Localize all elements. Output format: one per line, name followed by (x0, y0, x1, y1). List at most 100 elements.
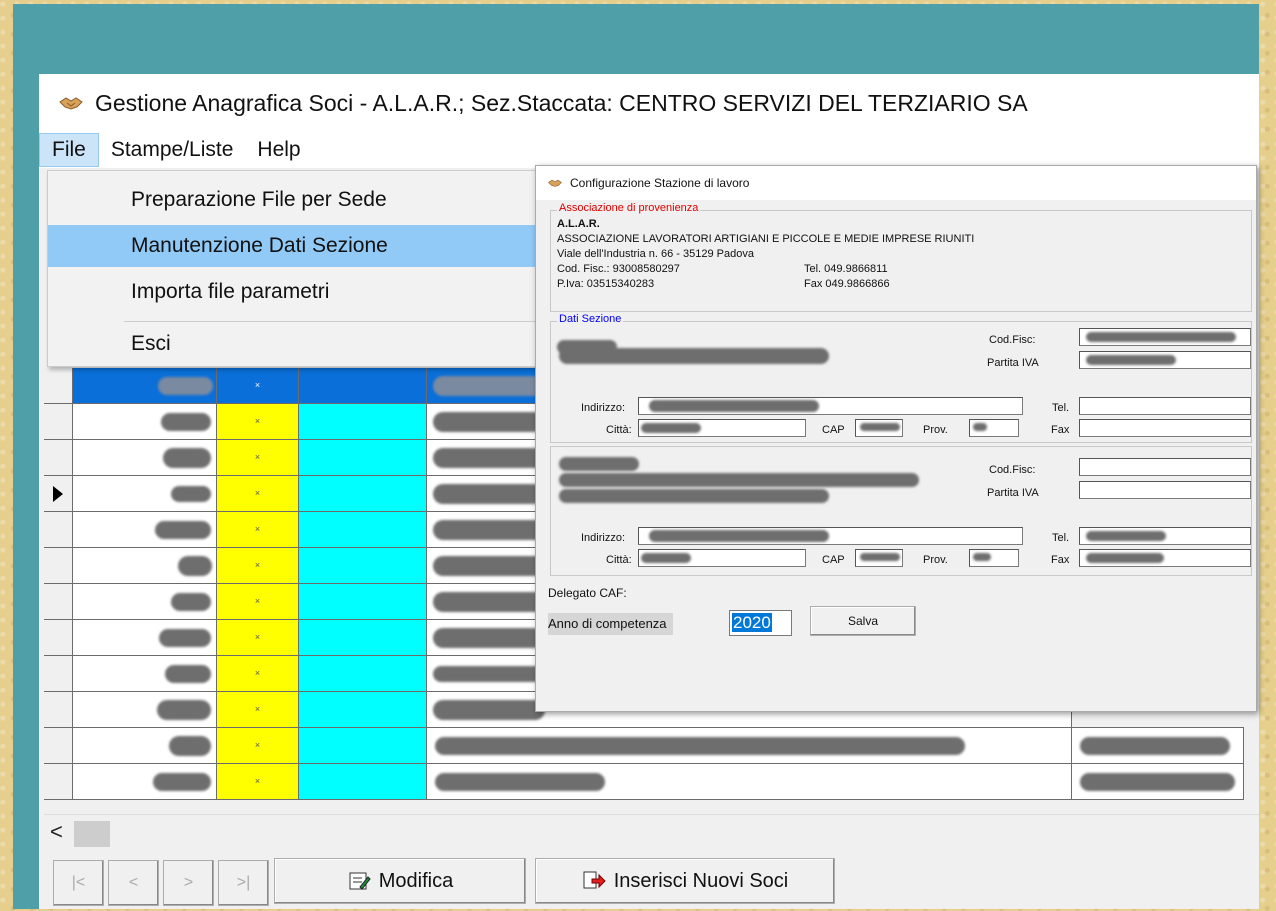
row-selector[interactable] (44, 548, 73, 583)
cod-fisc-field[interactable] (1079, 458, 1251, 476)
grid-cell (299, 620, 427, 655)
modifica-button[interactable]: Modifica (274, 858, 526, 904)
grid-cell (299, 728, 427, 763)
grid-cell (299, 584, 427, 619)
association-short-name: A.L.A.R. (557, 218, 600, 230)
grid-cell (73, 584, 217, 619)
row-selector[interactable] (44, 620, 73, 655)
prov-label: Prov. (923, 554, 948, 566)
salva-button[interactable]: Salva (810, 606, 916, 636)
grid-cell (427, 764, 1072, 799)
indirizzo-label: Indirizzo: (581, 532, 626, 544)
anno-competenza-label: Anno di competenza (548, 613, 673, 635)
association-fax: Fax 049.9866866 (804, 278, 890, 290)
grid-cell (299, 692, 427, 727)
title-bar: Gestione Anagrafica Soci - A.L.A.R.; Sez… (39, 74, 1259, 132)
grid-cell (73, 548, 217, 583)
dati-sezione-groupbox: Dati Sezione Cod.Fisc: Partita IVA Indir… (550, 313, 1252, 443)
handshake-icon (548, 177, 562, 189)
flag-cell: × (217, 368, 299, 403)
grid-cell (73, 404, 217, 439)
last-record-button[interactable]: >| (218, 860, 269, 906)
row-selector[interactable] (44, 512, 73, 547)
partita-iva-field[interactable] (1079, 481, 1251, 499)
redacted-text (559, 348, 829, 364)
previous-record-button[interactable]: < (108, 860, 159, 906)
next-record-button[interactable]: > (163, 860, 214, 906)
table-row[interactable]: × (44, 764, 1244, 800)
citta-field[interactable] (638, 419, 806, 437)
menu-file[interactable]: File (39, 133, 99, 167)
tel-field[interactable] (1079, 397, 1251, 415)
associazione-groupbox: Associazione di provenienza A.L.A.R. ASS… (550, 202, 1252, 312)
row-selector[interactable] (44, 656, 73, 691)
fax-field[interactable] (1079, 549, 1251, 567)
indirizzo-field[interactable] (638, 397, 1023, 415)
row-selector[interactable] (44, 692, 73, 727)
menu-item-preparazione[interactable]: Preparazione File per Sede (48, 179, 548, 221)
horizontal-scrollbar[interactable]: < (44, 814, 1259, 851)
indirizzo-label: Indirizzo: (581, 402, 626, 414)
row-selector[interactable] (44, 584, 73, 619)
cap-label: CAP (822, 554, 845, 566)
menu-separator (124, 321, 544, 322)
grid-cell (299, 656, 427, 691)
menu-item-manutenzione[interactable]: Manutenzione Dati Sezione (48, 225, 548, 267)
scroll-thumb[interactable] (74, 821, 110, 847)
scroll-left-icon[interactable]: < (50, 819, 63, 845)
citta-field[interactable] (638, 549, 806, 567)
flag-cell: × (217, 548, 299, 583)
association-cod-fisc: Cod. Fisc.: 93008580297 (557, 263, 680, 275)
inserisci-label: Inserisci Nuovi Soci (613, 869, 789, 892)
grid-cell (73, 656, 217, 691)
menu-item-importa[interactable]: Importa file parametri (48, 271, 548, 313)
menu-item-esci[interactable]: Esci (48, 323, 548, 365)
row-selector[interactable] (44, 476, 73, 511)
grid-cell (73, 368, 217, 403)
file-menu-dropdown: Preparazione File per Sede Manutenzione … (47, 170, 549, 367)
tel-field[interactable] (1079, 527, 1251, 545)
grid-cell (73, 440, 217, 475)
fax-label: Fax (1051, 554, 1070, 566)
prov-field[interactable] (969, 419, 1019, 437)
citta-label: Città: (606, 424, 632, 436)
flag-cell: × (217, 764, 299, 799)
navigation-bar: |< < > >| Modifica Inserisci Nuovi Soci (39, 854, 1259, 909)
config-dialog: Configurazione Stazione di lavoro Associ… (535, 165, 1257, 712)
inserisci-nuovi-soci-button[interactable]: Inserisci Nuovi Soci (535, 858, 835, 904)
menu-stampe-liste[interactable]: Stampe/Liste (99, 133, 246, 167)
prov-field[interactable] (969, 549, 1019, 567)
grid-cell (299, 512, 427, 547)
redacted-text (559, 473, 919, 487)
row-selector[interactable] (44, 404, 73, 439)
first-record-button[interactable]: |< (53, 860, 104, 906)
flag-cell: × (217, 512, 299, 547)
flag-cell: × (217, 692, 299, 727)
window-title: Gestione Anagrafica Soci - A.L.A.R.; Sez… (95, 89, 1028, 116)
fax-field[interactable] (1079, 419, 1251, 437)
cod-fisc-field[interactable] (1079, 328, 1251, 346)
cap-field[interactable] (855, 419, 903, 437)
dati-sezione-legend: Dati Sezione (557, 313, 624, 325)
cap-field[interactable] (855, 549, 903, 567)
flag-cell: × (217, 440, 299, 475)
row-selector[interactable] (44, 764, 73, 799)
table-row[interactable]: × (44, 728, 1244, 764)
partita-iva-field[interactable] (1079, 351, 1251, 369)
row-selector[interactable] (44, 728, 73, 763)
tel-label: Tel. (1052, 402, 1070, 414)
anno-competenza-value: 2020 (732, 613, 772, 632)
cod-fisc-label: Cod.Fisc: (989, 334, 1036, 346)
row-selector[interactable] (44, 368, 73, 403)
association-piva: P.Iva: 03515340283 (557, 278, 655, 290)
association-address: Viale dell'Industria n. 66 - 35129 Padov… (557, 248, 754, 260)
grid-cell (299, 368, 427, 403)
edit-form-icon (347, 869, 371, 893)
flag-cell: × (217, 476, 299, 511)
anno-competenza-input[interactable]: 2020 (729, 610, 792, 636)
indirizzo-field[interactable] (638, 527, 1023, 545)
row-selector[interactable] (44, 440, 73, 475)
menu-help[interactable]: Help (245, 133, 312, 167)
grid-cell (73, 728, 217, 763)
delegato-caf-label: Delegato CAF: (548, 586, 627, 600)
